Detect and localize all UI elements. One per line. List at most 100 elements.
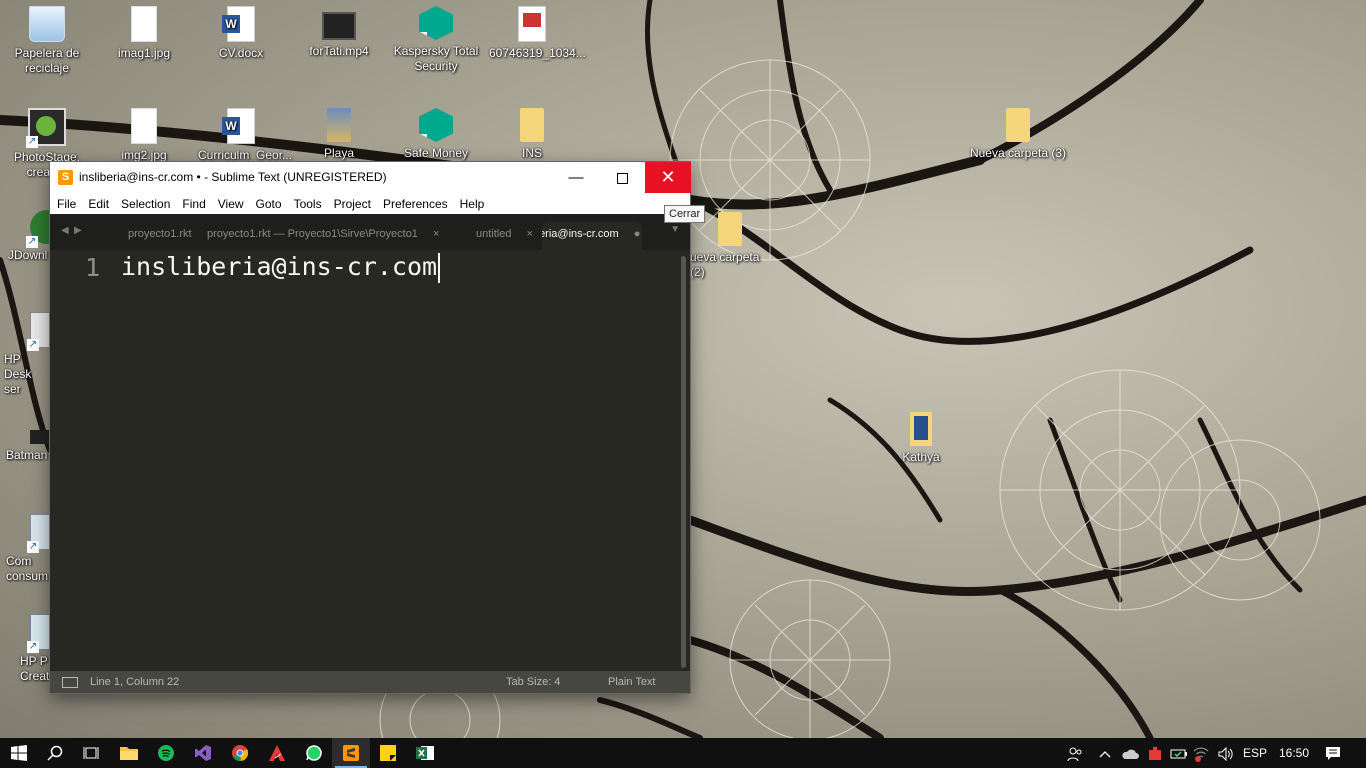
word-document-icon bbox=[222, 6, 255, 42]
tab-list-dropdown-icon[interactable]: ▼ bbox=[670, 224, 680, 235]
taskbar-visual-studio[interactable] bbox=[184, 738, 222, 768]
start-button[interactable] bbox=[0, 738, 38, 768]
tray-people-button[interactable] bbox=[1062, 738, 1088, 768]
menu-edit[interactable]: Edit bbox=[82, 193, 115, 214]
tray-onedrive[interactable] bbox=[1118, 738, 1142, 768]
desktop-icon-hp-desk[interactable]: HP Desk ser bbox=[0, 312, 66, 397]
taskbar-file-explorer[interactable] bbox=[110, 738, 148, 768]
tab-scroll-right-icon[interactable]: ▶ bbox=[74, 225, 82, 236]
tab-modified-dot-icon[interactable]: ● bbox=[634, 228, 641, 240]
taskbar-sticky-notes[interactable] bbox=[369, 738, 407, 768]
sublime-text-icon bbox=[343, 744, 359, 761]
taskbar-sublime-text[interactable] bbox=[332, 738, 370, 768]
desktop-icon-playa[interactable]: Playa bbox=[296, 108, 382, 161]
status-tab-size[interactable]: Tab Size: 4 bbox=[506, 676, 560, 688]
sublime-app-icon: S bbox=[58, 170, 73, 185]
desktop-icon-kaspersky[interactable]: Kaspersky Total Security bbox=[393, 6, 479, 74]
taskbar-app-red[interactable] bbox=[258, 738, 296, 768]
search-button[interactable] bbox=[36, 738, 74, 768]
taskbar-whatsapp[interactable] bbox=[295, 738, 333, 768]
status-bar: Line 1, Column 22 Tab Size: 4 Plain Text bbox=[50, 671, 690, 693]
taskbar: ESP 16:50 bbox=[0, 738, 1366, 768]
sticky-notes-icon bbox=[380, 744, 396, 761]
taskbar-excel[interactable] bbox=[406, 738, 444, 768]
desktop-icon-imag1[interactable]: imag1.jpg bbox=[101, 6, 187, 61]
desktop-icon-cv[interactable]: CV.docx bbox=[198, 6, 284, 61]
minimize-button[interactable]: — bbox=[553, 162, 599, 193]
cloud-icon bbox=[1122, 749, 1139, 759]
tray-clock[interactable]: 16:50 bbox=[1274, 738, 1314, 768]
search-icon bbox=[47, 745, 63, 761]
menu-project[interactable]: Project bbox=[328, 193, 377, 214]
menu-find[interactable]: Find bbox=[176, 193, 211, 214]
tray-action-center[interactable] bbox=[1318, 738, 1348, 768]
desktop-icon-ins[interactable]: INS bbox=[489, 108, 575, 161]
tab-scroll-left-icon[interactable]: ◀ bbox=[61, 225, 69, 236]
menu-selection[interactable]: Selection bbox=[115, 193, 176, 214]
status-syntax[interactable]: Plain Text bbox=[608, 676, 656, 688]
tab-proyecto1-path[interactable]: proyecto1.rkt — Proyecto1\Sirve\Proyecto… bbox=[199, 222, 459, 250]
whatsapp-icon bbox=[306, 745, 322, 761]
desktop-icon-recycle-bin[interactable]: Papelera de reciclaje bbox=[4, 6, 90, 76]
menu-preferences[interactable]: Preferences bbox=[377, 193, 454, 214]
vertical-scrollbar[interactable] bbox=[681, 256, 686, 668]
desktop-icon-nueva-carpeta-3[interactable]: Nueva carpeta (3) bbox=[965, 108, 1071, 161]
kaspersky-icon bbox=[419, 6, 453, 40]
tray-antivirus[interactable] bbox=[1144, 738, 1166, 768]
chevron-up-icon bbox=[1099, 750, 1111, 758]
app-launcher-icon bbox=[269, 744, 285, 761]
editor-area[interactable]: 1 insliberia@ins-cr.com bbox=[50, 250, 690, 671]
close-icon: ✕ bbox=[660, 167, 676, 187]
tab-label: insliberia@ins-cr.com bbox=[542, 228, 619, 240]
taskbar-chrome[interactable] bbox=[221, 738, 259, 768]
desktop-icon-kathya[interactable]: Kathya bbox=[878, 412, 964, 465]
battery-icon bbox=[1170, 749, 1187, 759]
tray-show-hidden-button[interactable] bbox=[1094, 738, 1116, 768]
line-gutter: 1 bbox=[50, 250, 116, 671]
image-file-icon bbox=[518, 6, 546, 42]
status-cursor-position[interactable]: Line 1, Column 22 bbox=[90, 676, 179, 688]
minimize-icon: — bbox=[568, 169, 584, 186]
windows-logo-icon bbox=[11, 744, 27, 761]
panel-toggle-icon[interactable] bbox=[62, 677, 78, 688]
text-cursor bbox=[438, 253, 441, 283]
desktop-icon-curriculm[interactable]: Curriculm_Geor... bbox=[198, 108, 292, 163]
excel-icon bbox=[416, 745, 434, 760]
desktop-icon-fortati[interactable]: forTati.mp4 bbox=[296, 6, 382, 59]
taskbar-spotify[interactable] bbox=[147, 738, 185, 768]
desktop-icon-60746319[interactable]: 60746319_1034... bbox=[489, 6, 586, 61]
folder-icon bbox=[327, 108, 351, 142]
close-button[interactable]: ✕ bbox=[645, 162, 691, 193]
tray-volume[interactable] bbox=[1214, 738, 1238, 768]
desktop-icon-jdownloader[interactable]: JDownl bbox=[0, 210, 64, 263]
tab-close-icon[interactable]: × bbox=[527, 228, 533, 240]
title-bar[interactable]: S insliberia@ins-cr.com • - Sublime Text… bbox=[50, 162, 706, 223]
tray-language[interactable]: ESP bbox=[1240, 738, 1270, 768]
desktop-icon-safe-money[interactable]: Safe Money bbox=[393, 108, 479, 161]
folder-icon bbox=[1006, 108, 1030, 142]
tab-insliberia[interactable]: insliberia@ins-cr.com ● bbox=[542, 222, 642, 250]
close-tooltip: Cerrar bbox=[664, 205, 706, 223]
menu-help[interactable]: Help bbox=[454, 193, 491, 214]
code-line[interactable]: insliberia@ins-cr.com bbox=[121, 252, 441, 283]
maximize-button[interactable] bbox=[599, 162, 645, 193]
video-file-icon bbox=[322, 12, 356, 40]
menu-file[interactable]: File bbox=[51, 193, 82, 214]
tray-network[interactable] bbox=[1190, 738, 1212, 768]
folder-icon bbox=[910, 412, 932, 446]
wifi-off-icon bbox=[1193, 747, 1209, 762]
tab-close-icon[interactable]: × bbox=[433, 228, 439, 240]
desktop-icon-img2[interactable]: img2.jpg bbox=[101, 108, 187, 163]
image-file-icon bbox=[131, 108, 157, 144]
menu-view[interactable]: View bbox=[212, 193, 250, 214]
menu-goto[interactable]: Goto bbox=[250, 193, 288, 214]
desktop-icon-hp-creat[interactable]: HP P Creat bbox=[0, 614, 66, 684]
tray-battery[interactable] bbox=[1168, 738, 1190, 768]
menu-tools[interactable]: Tools bbox=[288, 193, 328, 214]
desktop-icon-com-consum[interactable]: Com consum bbox=[0, 514, 66, 584]
tab-proyecto1[interactable]: proyecto1.rkt bbox=[120, 222, 208, 250]
tab-label: untitled bbox=[476, 228, 512, 240]
task-view-button[interactable] bbox=[72, 738, 110, 768]
sublime-text-window: S insliberia@ins-cr.com • - Sublime Text… bbox=[50, 162, 706, 693]
desktop-icon-batman[interactable]: Batman bbox=[0, 414, 64, 463]
